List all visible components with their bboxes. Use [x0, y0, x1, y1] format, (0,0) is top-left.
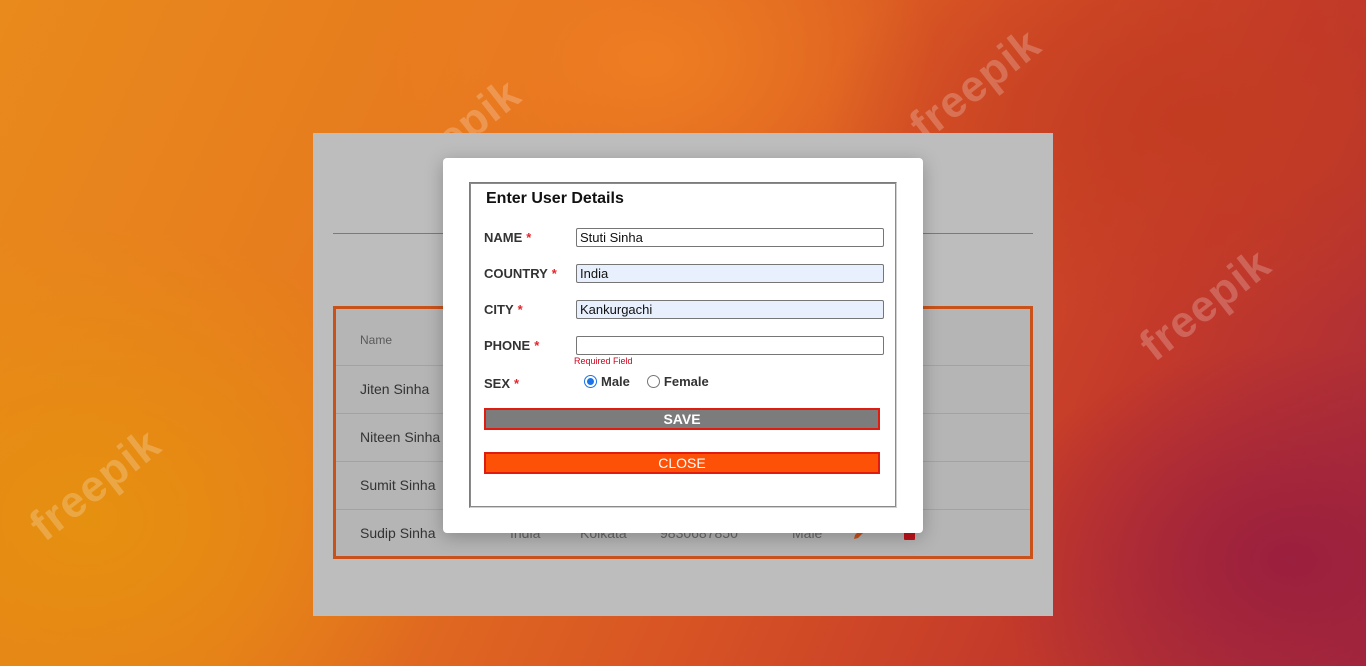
name-label: NAME * — [484, 230, 532, 245]
required-mark: * — [517, 302, 523, 317]
country-label: COUNTRY * — [484, 266, 557, 281]
close-button[interactable]: CLOSE — [484, 452, 880, 474]
phone-error-message: Required Field — [574, 356, 633, 366]
cell-name: Sudip Sinha — [360, 525, 436, 541]
cell-name: Sumit Sinha — [360, 477, 436, 493]
required-mark: * — [526, 230, 532, 245]
required-mark: * — [514, 376, 520, 391]
watermark-text: freepik — [900, 18, 1051, 151]
female-radio[interactable] — [646, 375, 660, 388]
male-radio[interactable] — [584, 375, 597, 388]
cell-name: Jiten Sinha — [360, 381, 430, 397]
watermark-text: freepik — [1130, 238, 1281, 371]
city-label: CITY * — [484, 302, 523, 317]
sex-radio-group: Male Female — [584, 374, 726, 389]
user-details-fieldset: Enter User Details NAME* COUNTRY* CITY* … — [469, 182, 897, 508]
save-button[interactable]: SAVE — [484, 408, 880, 430]
phone-input[interactable] — [576, 336, 884, 355]
name-input[interactable] — [576, 228, 884, 247]
country-input[interactable] — [576, 264, 884, 283]
required-mark: * — [551, 266, 557, 281]
female-radio-label[interactable]: Female — [664, 374, 709, 389]
column-header-name: Name — [360, 333, 393, 347]
phone-label: PHONE * — [484, 338, 540, 353]
city-input[interactable] — [576, 300, 884, 319]
required-mark: * — [534, 338, 540, 353]
cell-name: Niteen Sinha — [360, 429, 441, 445]
modal-title: Enter User Details — [486, 190, 624, 207]
male-radio-label[interactable]: Male — [601, 374, 630, 389]
user-details-modal: Enter User Details NAME* COUNTRY* CITY* … — [443, 158, 923, 533]
watermark-text: freepik — [20, 418, 171, 551]
sex-label: SEX * — [484, 376, 520, 391]
